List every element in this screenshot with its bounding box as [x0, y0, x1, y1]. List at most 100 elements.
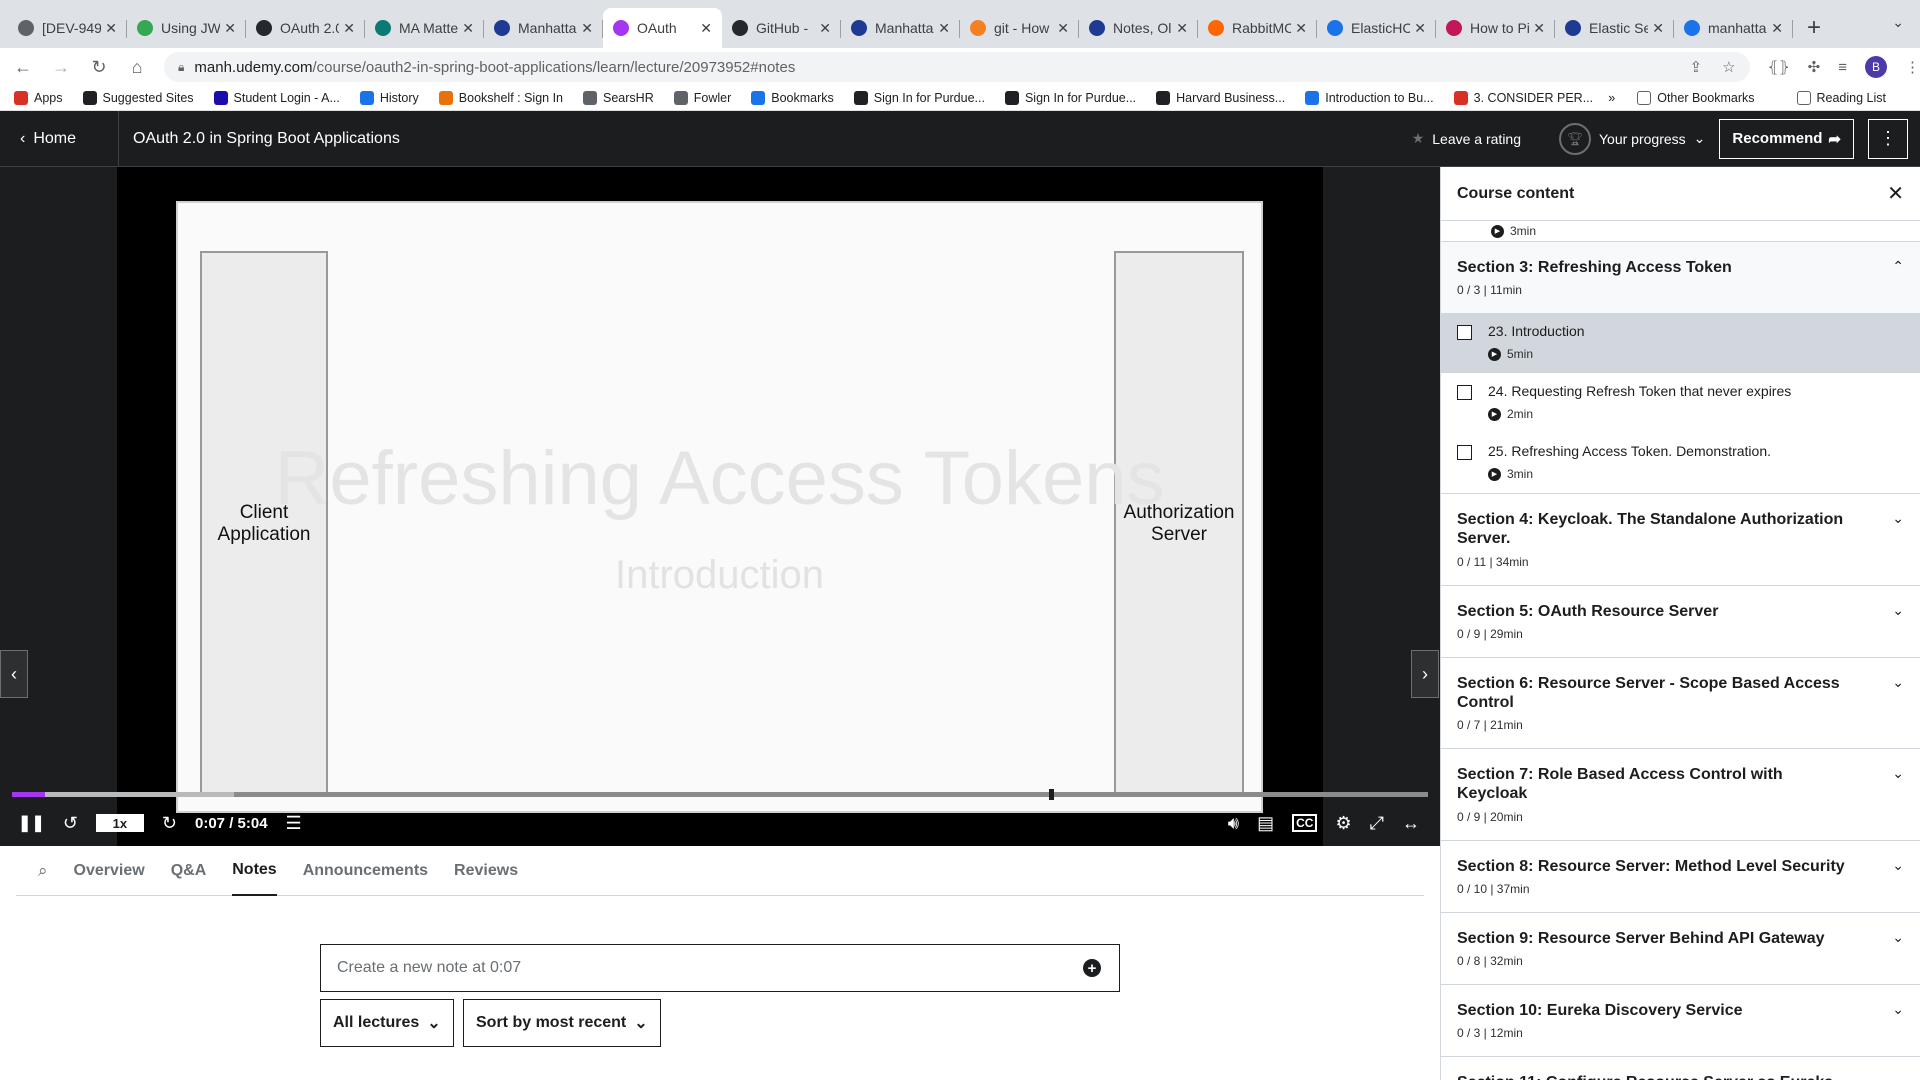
- section-item[interactable]: Section 7: Role Based Access Control wit…: [1441, 749, 1920, 841]
- bookmark-item[interactable]: SearsHR: [583, 91, 654, 105]
- next-lecture-button[interactable]: ›: [1411, 650, 1439, 698]
- tab-search-icon[interactable]: ⌄: [1892, 14, 1904, 31]
- profile-avatar[interactable]: B: [1864, 56, 1887, 78]
- section-item[interactable]: Section 5: OAuth Resource Server 0 / 9 | …: [1441, 585, 1920, 658]
- lecture-filter-dropdown[interactable]: All lectures ⌄: [320, 999, 454, 1047]
- volume-icon[interactable]: 🔊︎: [1228, 813, 1239, 834]
- section-item[interactable]: Section 4: Keycloak. The Standalone Auth…: [1441, 494, 1920, 586]
- other-bookmarks[interactable]: Other Bookmarks: [1637, 91, 1755, 105]
- bookmark-item[interactable]: Suggested Sites: [82, 91, 194, 105]
- browser-tab[interactable]: Notes, Ol ✕: [1079, 8, 1198, 48]
- browser-tab[interactable]: manhatta ✕: [1674, 8, 1793, 48]
- bookmark-star-icon[interactable]: ☆: [1722, 58, 1735, 76]
- lecture-checkbox[interactable]: [1457, 385, 1472, 401]
- puzzle-icon[interactable]: ✣: [1808, 58, 1821, 76]
- media-icon[interactable]: ≡: [1838, 59, 1847, 76]
- browser-tab[interactable]: Manhatta ✕: [484, 8, 603, 48]
- lecture-item[interactable]: 24. Requesting Refresh Token that never …: [1441, 373, 1920, 433]
- section-item[interactable]: Section 10: Eureka Discovery Service 0 / …: [1441, 984, 1920, 1058]
- section-item[interactable]: Section 9: Resource Server Behind API Ga…: [1441, 912, 1920, 985]
- close-tab-icon[interactable]: ✕: [1533, 20, 1545, 37]
- close-tab-icon[interactable]: ✕: [224, 20, 236, 37]
- section-item[interactable]: Section 8: Resource Server: Method Level…: [1441, 840, 1920, 913]
- lecture-item[interactable]: 25. Refreshing Access Token. Demonstrati…: [1441, 433, 1920, 493]
- close-tab-icon[interactable]: ✕: [105, 20, 117, 37]
- video-player[interactable]: Client Application Authorization Server …: [0, 167, 1440, 846]
- bookmark-item[interactable]: 3. CONSIDER PER...: [1453, 91, 1593, 105]
- expand-width-icon[interactable]: ↔: [1402, 813, 1420, 834]
- bookmarks-overflow-icon[interactable]: »: [1608, 91, 1615, 105]
- lecture-item[interactable]: 23. Introduction ▶ 5min: [1441, 313, 1920, 374]
- search-icon[interactable]: ⌕: [38, 846, 48, 896]
- lecture-checkbox[interactable]: [1457, 325, 1472, 341]
- close-tab-icon[interactable]: ✕: [819, 20, 831, 37]
- bookmark-item[interactable]: Bookshelf : Sign In: [438, 91, 563, 105]
- chrome-menu-icon[interactable]: ⋮: [1905, 58, 1920, 76]
- sort-dropdown[interactable]: Sort by most recent ⌄: [463, 999, 661, 1047]
- browser-tab[interactable]: OAuth 2.0 ✕: [246, 8, 365, 48]
- tab-reviews[interactable]: Reviews: [454, 846, 518, 896]
- close-tab-icon[interactable]: ✕: [700, 20, 712, 37]
- lecture-checkbox[interactable]: [1457, 445, 1472, 461]
- reload-icon[interactable]: ↻: [84, 57, 114, 78]
- tab-qa[interactable]: Q&A: [171, 846, 207, 896]
- close-tab-icon[interactable]: ✕: [1414, 20, 1426, 37]
- home-link[interactable]: ‹ Home: [0, 130, 118, 148]
- browser-tab[interactable]: GitHub - ✕: [722, 8, 841, 48]
- new-tab-icon[interactable]: +: [1807, 14, 1821, 42]
- browser-tab[interactable]: git - How ✕: [960, 8, 1079, 48]
- course-title[interactable]: OAuth 2.0 in Spring Boot Applications: [133, 130, 400, 148]
- bookmark-item[interactable]: Bookmarks: [751, 91, 834, 105]
- forward-icon[interactable]: →: [46, 57, 76, 78]
- close-tab-icon[interactable]: ✕: [1771, 20, 1783, 37]
- bookmark-item[interactable]: Sign In for Purdue...: [1004, 91, 1136, 105]
- browser-tab[interactable]: Manhatta ✕: [841, 8, 960, 48]
- bookmark-item[interactable]: History: [359, 91, 419, 105]
- playback-speed-button[interactable]: 1x: [95, 814, 144, 832]
- bookmark-item[interactable]: Apps: [14, 91, 63, 105]
- close-tab-icon[interactable]: ✕: [1057, 20, 1069, 37]
- lock-icon[interactable]: 🔒︎: [178, 60, 184, 75]
- address-bar[interactable]: 🔒︎ manh.udemy.com/course/oauth2-in-sprin…: [164, 52, 1750, 82]
- captions-icon[interactable]: CC: [1292, 814, 1318, 832]
- seek-marker[interactable]: [1049, 789, 1054, 800]
- section-item[interactable]: Section 6: Resource Server - Scope Based…: [1441, 657, 1920, 750]
- close-tab-icon[interactable]: ✕: [1295, 20, 1307, 37]
- back-icon[interactable]: ←: [8, 57, 38, 78]
- bookmark-item[interactable]: Student Login - A...: [213, 91, 340, 105]
- add-note-plus-icon[interactable]: +: [1083, 959, 1101, 977]
- tab-overview[interactable]: Overview: [74, 846, 145, 896]
- pause-icon[interactable]: ❚❚: [18, 813, 45, 833]
- recommend-button[interactable]: Recommend ➦: [1719, 118, 1854, 159]
- rewind-icon[interactable]: ↺: [63, 813, 78, 834]
- browser-tab[interactable]: OAuth ✕: [603, 8, 722, 48]
- reading-list[interactable]: Reading List: [1796, 91, 1886, 105]
- bookmark-item[interactable]: Introduction to Bu...: [1305, 91, 1434, 105]
- settings-gear-icon[interactable]: ⚙: [1335, 813, 1351, 834]
- close-icon[interactable]: ✕: [1887, 181, 1904, 206]
- add-note-icon[interactable]: ☰: [286, 813, 302, 834]
- close-tab-icon[interactable]: ✕: [462, 20, 474, 37]
- close-tab-icon[interactable]: ✕: [1176, 20, 1188, 37]
- close-tab-icon[interactable]: ✕: [343, 20, 355, 37]
- tab-announcements[interactable]: Announcements: [303, 846, 428, 896]
- bookmark-item[interactable]: Sign In for Purdue...: [853, 91, 985, 105]
- section-3-header[interactable]: Section 3: Refreshing Access Token 0 / 3 …: [1441, 241, 1920, 314]
- home-icon[interactable]: ⌂: [122, 57, 152, 78]
- your-progress-button[interactable]: 🏆︎ Your progress ⌄: [1559, 122, 1705, 155]
- bookmark-item[interactable]: Fowler: [673, 91, 731, 105]
- close-tab-icon[interactable]: ✕: [1652, 20, 1664, 37]
- close-tab-icon[interactable]: ✕: [581, 20, 593, 37]
- browser-tab[interactable]: RabbitMC ✕: [1198, 8, 1317, 48]
- browser-tab[interactable]: Elastic Se ✕: [1555, 8, 1674, 48]
- previous-lecture-button[interactable]: ‹: [0, 650, 28, 698]
- seek-bar[interactable]: [12, 789, 1428, 800]
- section-item[interactable]: Section 11: Configure Resource Server as…: [1441, 1057, 1920, 1080]
- new-note-input[interactable]: Create a new note at 0:07 +: [320, 944, 1120, 992]
- browser-tab[interactable]: [DEV-949 ✕: [8, 8, 127, 48]
- browser-tab[interactable]: MA Matte ✕: [365, 8, 484, 48]
- tab-notes[interactable]: Notes: [232, 846, 277, 896]
- extension-icon[interactable]: ⦃⦄: [1768, 58, 1790, 76]
- browser-tab[interactable]: ElasticHC ✕: [1317, 8, 1436, 48]
- fullscreen-icon[interactable]: ⤢: [1370, 813, 1384, 834]
